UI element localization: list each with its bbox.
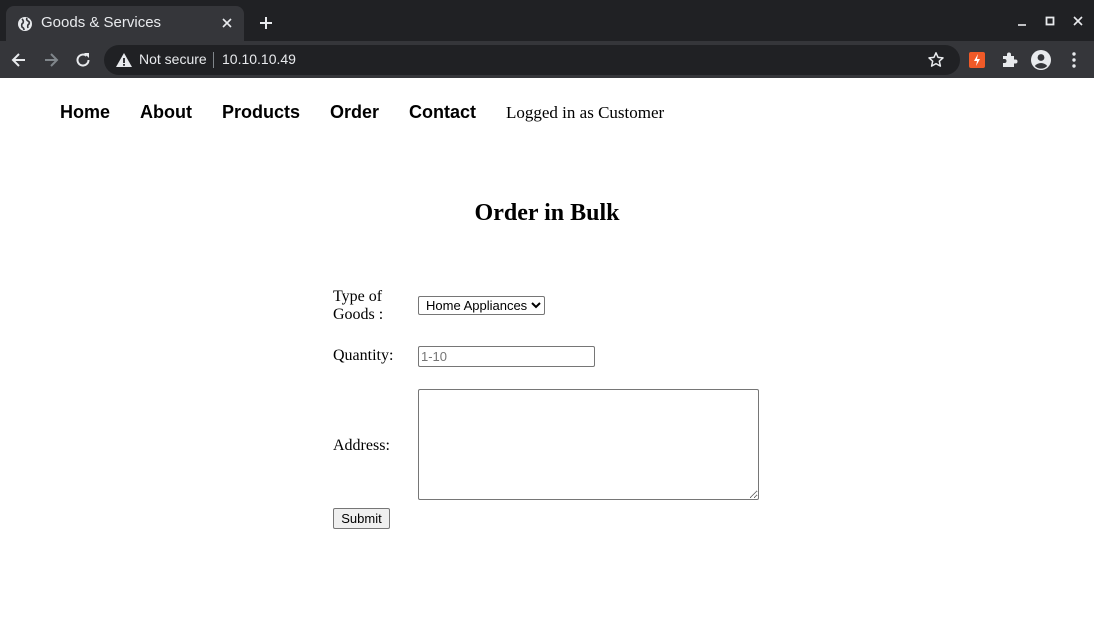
minimize-icon[interactable] bbox=[1013, 12, 1031, 30]
goods-type-select[interactable]: Home Appliances bbox=[418, 296, 545, 315]
goods-type-label: Type of Goods : bbox=[333, 288, 384, 323]
nav-about-link[interactable]: About bbox=[140, 102, 192, 123]
forward-icon[interactable] bbox=[41, 50, 61, 70]
page-title: Order in Bulk bbox=[474, 200, 620, 226]
close-window-icon[interactable] bbox=[1069, 12, 1087, 30]
puzzle-icon[interactable] bbox=[999, 50, 1019, 70]
tab-close-icon[interactable] bbox=[219, 15, 235, 31]
kebab-menu-icon[interactable] bbox=[1064, 50, 1084, 70]
tab-title: Goods & Services bbox=[41, 14, 162, 31]
warning-icon[interactable] bbox=[115, 52, 133, 68]
address-label: Address: bbox=[333, 437, 390, 454]
address-textarea[interactable] bbox=[418, 389, 759, 500]
maximize-icon[interactable] bbox=[1041, 12, 1059, 30]
security-status[interactable]: Not secure bbox=[139, 51, 207, 67]
profile-icon[interactable] bbox=[1031, 50, 1051, 70]
browser-tab-bar: Goods & Services bbox=[0, 0, 1094, 41]
omnibox-divider bbox=[213, 52, 214, 68]
nav-order-link[interactable]: Order bbox=[330, 102, 379, 123]
nav-home-link[interactable]: Home bbox=[60, 102, 110, 123]
quantity-input[interactable] bbox=[418, 346, 595, 367]
reload-icon[interactable] bbox=[73, 50, 93, 70]
globe-icon bbox=[18, 17, 32, 31]
url-text[interactable]: 10.10.10.49 bbox=[222, 51, 296, 67]
nav-contact-link[interactable]: Contact bbox=[409, 102, 476, 123]
login-status: Logged in as Customer bbox=[506, 103, 665, 122]
bookmark-star-icon[interactable] bbox=[927, 51, 945, 69]
back-icon[interactable] bbox=[9, 50, 29, 70]
submit-button[interactable]: Submit bbox=[333, 508, 390, 529]
address-bar[interactable]: Not secure 10.10.10.49 bbox=[104, 45, 960, 75]
quantity-label: Quantity: bbox=[333, 347, 394, 364]
nav-products-link[interactable]: Products bbox=[222, 102, 300, 123]
new-tab-icon[interactable] bbox=[257, 14, 275, 32]
extension-bolt-icon[interactable] bbox=[967, 50, 987, 70]
browser-tab[interactable]: Goods & Services bbox=[6, 6, 244, 41]
browser-toolbar: Not secure 10.10.10.49 bbox=[0, 41, 1094, 78]
